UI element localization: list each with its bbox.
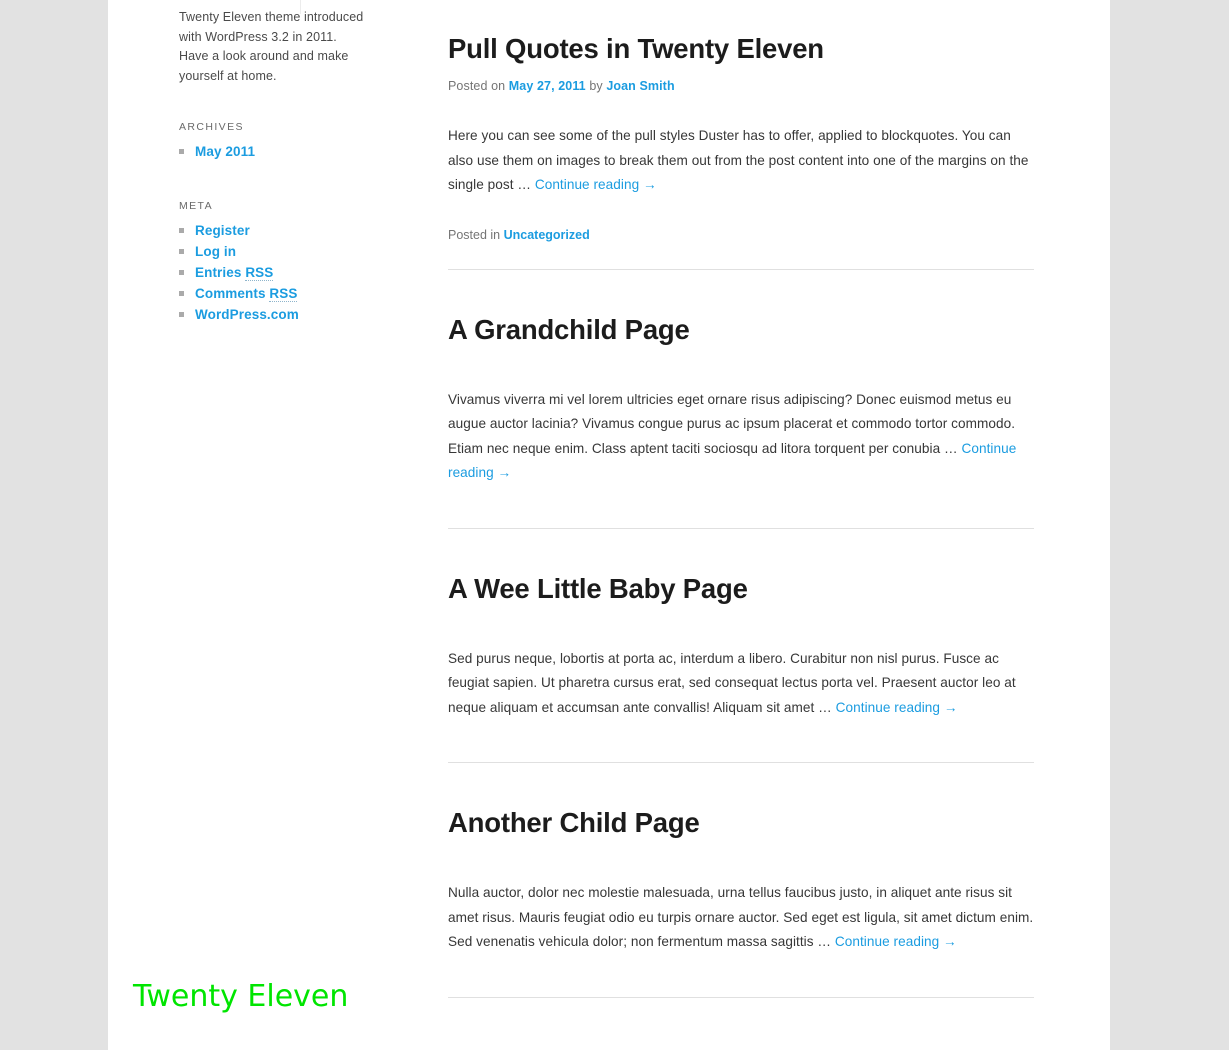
post-article: Pull Quotes in Twenty Eleven Posted on M… [448,32,1034,270]
post-divider [448,527,1034,529]
sidebar-link-wordpress-com[interactable]: WordPress.com [195,307,299,322]
post-divider [448,762,1034,763]
post-footer: Posted in Uncategorized [448,225,1034,245]
list-item[interactable]: May 2011 [179,141,394,162]
post-summary: Nulla auctor, dolor nec molestie malesua… [448,881,1034,955]
list-item[interactable]: Log in [179,241,394,262]
rss-abbr: RSS [269,286,298,303]
post-divider [448,996,1034,998]
link-text: Entries [195,265,246,281]
list-item[interactable]: Entries RSS [179,262,394,283]
post-article: Another Child Page Nulla auctor, dolor n… [448,806,1034,998]
widget-meta: META Register Log in Entries RSS Comment… [179,198,394,325]
widget-archives: ARCHIVES May 2011 [179,119,394,162]
post-summary: Sed purus neque, lobortis at porta ac, i… [448,647,1034,721]
list-item[interactable]: WordPress.com [179,304,394,325]
rss-abbr: RSS [245,265,274,282]
post-title[interactable]: Another Child Page [448,806,1034,840]
by-label: by [589,79,603,93]
post-title[interactable]: Pull Quotes in Twenty Eleven [448,32,1034,66]
sidebar-link-register[interactable]: Register [195,223,250,238]
posted-in-label: Posted in [448,227,501,242]
continue-reading-link[interactable]: Continue reading → [835,934,957,949]
sidebar-link-comments-rss[interactable]: Comments RSS [195,286,298,303]
sidebar: Twenty Eleven theme introduced with Word… [179,0,394,325]
meta-list: Register Log in Entries RSS Comments RSS… [179,220,394,325]
posted-on-label: Posted on [448,79,506,93]
link-text: Comments [195,286,270,302]
widget-title-archives: ARCHIVES [179,121,244,134]
list-item[interactable]: Comments RSS [179,283,394,304]
archives-list: May 2011 [179,141,394,162]
post-category-link[interactable]: Uncategorized [504,228,590,242]
post-summary: Vivamus viverra mi vel lorem ultricies e… [448,388,1034,486]
sidebar-link-may-2011[interactable]: May 2011 [195,144,255,159]
post-title[interactable]: A Wee Little Baby Page [448,572,1034,606]
post-divider [448,268,1034,270]
continue-reading-link[interactable]: Continue reading → [535,177,657,192]
summary-text: Vivamus viverra mi vel lorem ultricies e… [448,391,1016,456]
theme-name-overlay: Twenty Eleven [133,979,349,1014]
sidebar-link-entries-rss[interactable]: Entries RSS [195,265,274,282]
post-article: A Wee Little Baby Page Sed purus neque, … [448,572,1034,763]
widget-title-meta: META [179,200,213,213]
list-item[interactable]: Register [179,220,394,241]
sidebar-link-log-in[interactable]: Log in [195,244,236,259]
post-article: A Grandchild Page Vivamus viverra mi vel… [448,313,1034,529]
continue-reading-link[interactable]: Continue reading → [836,700,958,715]
post-date-link[interactable]: May 27, 2011 [509,79,586,93]
post-title[interactable]: A Grandchild Page [448,313,1034,347]
main-content: Pull Quotes in Twenty Eleven Posted on M… [448,0,1034,998]
post-author-link[interactable]: Joan Smith [606,79,674,93]
post-meta: Posted on May 27, 2011 by Joan Smith [448,76,1034,96]
site-description: Twenty Eleven theme introduced with Word… [179,10,364,83]
post-summary: Here you can see some of the pull styles… [448,124,1034,198]
page-container: Twenty Eleven theme introduced with Word… [108,0,1110,1050]
